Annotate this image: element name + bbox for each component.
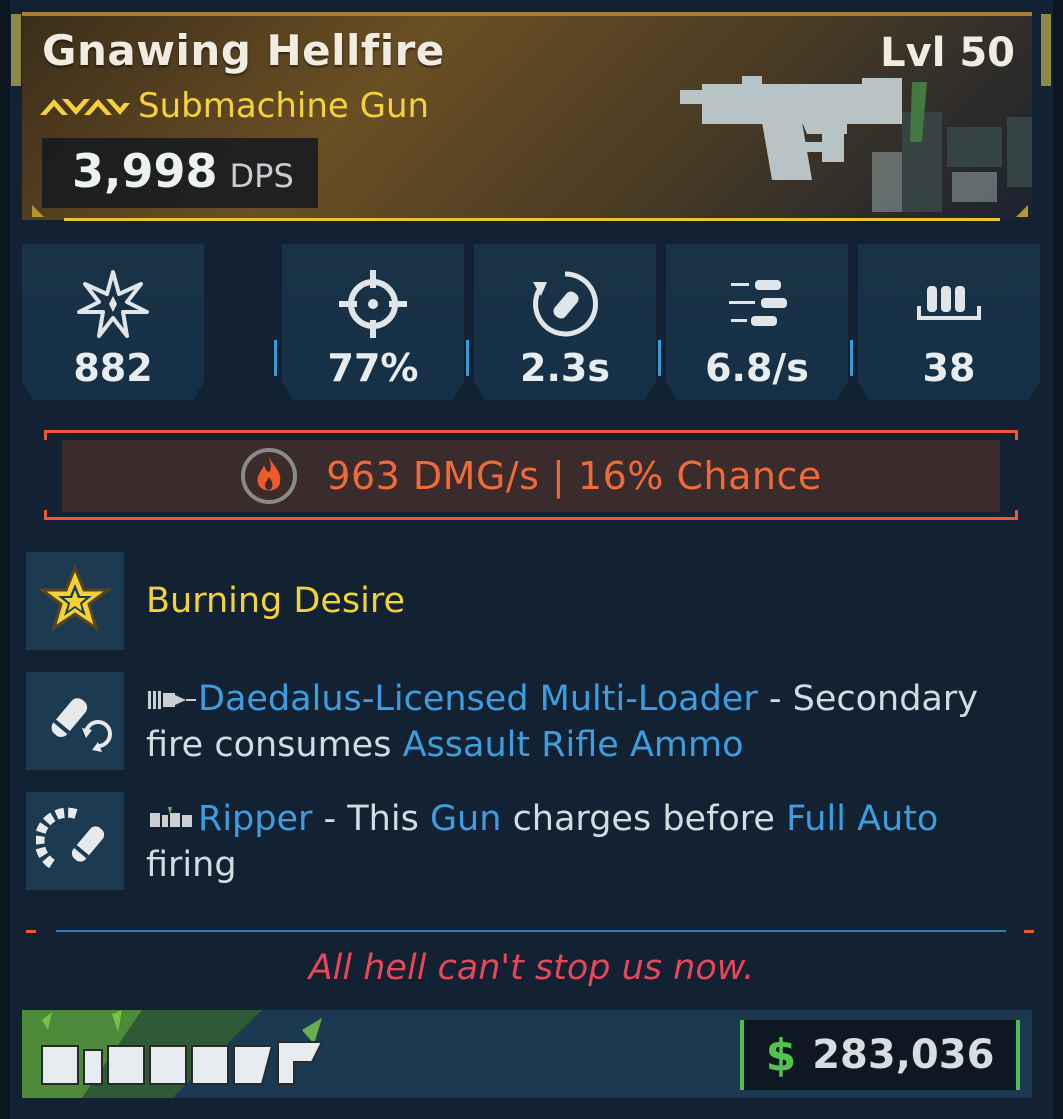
fire-icon — [241, 448, 298, 504]
weapon-name: Gnawing Hellfire — [42, 26, 445, 75]
perk-daedalus-text: Daedalus-Licensed Multi-Loader - Seconda… — [146, 676, 1036, 768]
dps-label: DPS — [229, 157, 294, 195]
bullet-reload-icon — [51, 698, 112, 752]
stat-reload: 2.3s — [474, 244, 656, 400]
element-damage-box: 963 DMG/s | 16% Chance — [62, 440, 1000, 512]
stat-value: 38 — [922, 346, 976, 390]
perk-ripper-highlight-a: Gun — [429, 799, 502, 839]
dps-box: 3,998 DPS — [42, 138, 318, 208]
stat-value: 2.3s — [520, 346, 610, 390]
flavor-text: All hell can't stop us now. — [308, 948, 755, 988]
weapon-level: Lvl 50 — [880, 30, 1015, 76]
stat-divider — [466, 340, 469, 376]
ripper-charge-icon — [36, 807, 105, 869]
divider-dash — [1024, 930, 1034, 933]
stat-value: 77% — [327, 346, 419, 390]
stat-magazine: 38 — [858, 244, 1040, 400]
stat-divider — [274, 340, 277, 376]
rarity-chevron-icon — [40, 99, 130, 115]
perk-ripper-desc-a: - This — [312, 799, 430, 839]
element-damage-text: 963 DMG/s | 16% Chance — [326, 454, 822, 498]
weapon-type: Submachine Gun — [138, 86, 430, 126]
reload-icon — [533, 271, 598, 337]
daedalus-brand-icon — [148, 691, 196, 709]
perk-ripper-desc-c: firing — [146, 845, 237, 885]
stat-damage: 882 — [22, 244, 204, 400]
perk-icon-box — [26, 552, 124, 650]
perk-daedalus-name: Daedalus-Licensed Multi-Loader — [198, 679, 758, 719]
perk-ripper-text: Ripper - This Gun charges before Full Au… — [146, 796, 1036, 888]
weapon-type-row: Submachine Gun — [40, 86, 429, 126]
currency-icon: $ — [765, 1029, 797, 1081]
divider-dash — [26, 930, 36, 933]
rarity-underline — [64, 218, 1000, 221]
star-badge-icon — [37, 564, 113, 632]
magazine-icon — [917, 286, 981, 320]
stat-divider — [658, 340, 661, 376]
corner-marker — [1016, 205, 1028, 217]
dps-value: 3,998 — [72, 144, 218, 198]
ripper-brand-icon — [150, 807, 192, 827]
item-price: 283,036 — [812, 1032, 995, 1078]
damage-burst-icon — [77, 270, 149, 338]
stat-accuracy: 77% — [282, 244, 464, 400]
perk-daedalus-highlight: Assault Rifle Ammo — [402, 725, 744, 765]
stat-value: 6.8/s — [705, 346, 809, 390]
price-box: $ 283,036 — [740, 1020, 1020, 1090]
weapon-card: Gnawing Hellfire Submachine Gun Lvl 50 3… — [0, 0, 1063, 1119]
stat-value: 882 — [73, 346, 153, 390]
flavor-divider — [56, 930, 1006, 932]
submachine-gun-icon — [680, 76, 1032, 212]
fire-rate-icon — [729, 280, 787, 326]
stats-row: 882 77% 2.3s 6.8/s 38 — [22, 244, 1040, 400]
stat-divider — [850, 340, 853, 376]
perk-ripper-highlight-b: Full Auto — [786, 799, 939, 839]
stat-fire-rate: 6.8/s — [666, 244, 848, 400]
perk-icon-box — [26, 792, 124, 890]
crosshair-icon — [339, 270, 407, 338]
perk-ripper-desc-b: charges before — [501, 799, 787, 839]
ripper-logo — [22, 1010, 342, 1098]
perk-ripper-name: Ripper — [198, 799, 313, 839]
perk-icon-box — [26, 672, 124, 770]
red-text-title: Burning Desire — [146, 581, 405, 621]
footer: $ 283,036 — [22, 1010, 1032, 1098]
corner-marker — [32, 205, 44, 217]
